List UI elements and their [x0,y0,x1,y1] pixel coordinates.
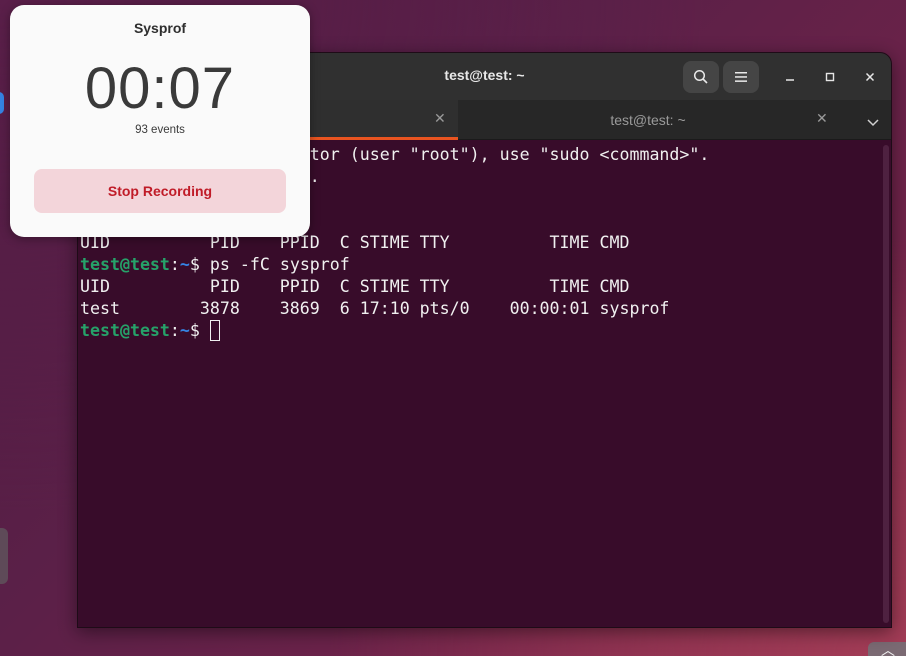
prompt-user: test@test [80,255,170,274]
dialog-title: Sysprof [133,20,187,36]
recording-timer: 00:07 [84,56,236,121]
prompt-path: ~ [179,255,190,274]
text-cursor [209,320,220,341]
scrollbar[interactable] [883,145,889,623]
minimize-button[interactable] [778,65,802,89]
close-icon [865,72,875,82]
dock-item[interactable] [0,528,8,584]
dock-indicator [0,92,4,114]
event-count: 93 events [135,124,185,136]
prompt-symbol: $ [189,255,210,274]
terminal-line: test 3878 3869 6 17:10 pts/0 00:00:01 sy… [80,299,670,318]
prompt-symbol: $ [189,321,210,340]
maximize-button[interactable] [818,65,842,89]
prompt-separator: : [169,321,180,340]
tab-label: test@test: ~ [610,112,686,128]
chevron-up-icon: ︿ [881,643,895,656]
menu-button[interactable] [723,61,759,93]
tab-close-button[interactable]: ✕ [816,110,828,127]
tab-list-button[interactable] [867,112,879,131]
tab-terminal-2[interactable]: test@test: ~ ✕ [458,100,838,140]
minimize-icon [786,79,794,81]
search-icon [693,69,708,84]
sysprof-recording-dialog: Sysprof 00:07 93 events Stop Recording [10,5,310,237]
prompt-path: ~ [179,321,190,340]
corner-expand-button[interactable]: ︿ [868,642,906,656]
tab-close-button[interactable]: ✕ [434,110,446,127]
terminal-line: test@test:~$ [80,320,882,342]
hamburger-menu-icon [735,72,747,82]
chevron-down-icon [867,119,879,127]
close-button[interactable] [858,65,882,89]
search-button[interactable] [683,61,719,93]
terminal-line: UID PID PPID C STIME TTY TIME CMD [80,277,630,296]
stop-recording-button[interactable]: Stop Recording [34,169,286,213]
maximize-icon [825,72,835,82]
prompt-user: test@test [80,321,170,340]
prompt-separator: : [169,255,180,274]
command-text: ps -fC sysprof [209,255,350,274]
terminal-line: test@test:~$ ps -fC sysprof [80,254,882,276]
